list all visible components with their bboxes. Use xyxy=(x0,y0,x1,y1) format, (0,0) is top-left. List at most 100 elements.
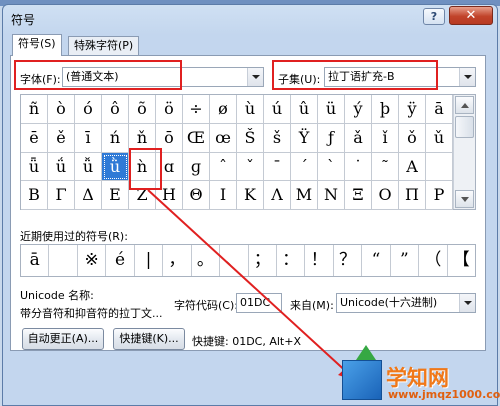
symbol-cell[interactable]: ɑ xyxy=(156,152,183,182)
symbol-cell[interactable]: ó xyxy=(75,95,102,124)
symbol-cell[interactable]: ÷ xyxy=(183,95,210,124)
symbol-cell[interactable]: Ÿ xyxy=(291,123,318,153)
recent-symbol-cell[interactable]: é xyxy=(106,245,135,276)
shortcut-key-button[interactable]: 快捷键(K)... xyxy=(113,328,185,350)
recent-symbol-cell[interactable]: | xyxy=(135,245,164,276)
symbol-cell[interactable]: Λ xyxy=(264,181,291,210)
symbol-cell[interactable]: ƒ xyxy=(318,123,345,153)
autocorrect-button[interactable]: 自动更正(A)... xyxy=(22,328,104,350)
font-select[interactable]: (普通文本) xyxy=(62,67,264,87)
recent-symbol-cell[interactable]: “ xyxy=(362,245,391,276)
subset-select[interactable]: 拉丁语扩充-B xyxy=(324,67,476,87)
symbol-cell[interactable]: ò xyxy=(48,95,75,124)
symbol-cell[interactable]: Κ xyxy=(237,181,264,210)
symbol-cell[interactable]: ǜ xyxy=(102,152,129,182)
symbol-cell[interactable]: Ρ xyxy=(426,181,453,210)
tab-special-characters[interactable]: 特殊字符(P) xyxy=(68,36,140,56)
symbol-cell[interactable]: Ο xyxy=(372,181,399,210)
symbol-cell[interactable]: ˊ xyxy=(291,152,318,182)
recent-symbol-cell[interactable]: ā xyxy=(21,245,50,276)
symbol-cell[interactable]: ǔ xyxy=(426,123,453,153)
symbol-cell[interactable]: ý xyxy=(345,95,372,124)
unicode-name-value: 带分音符和抑音符的拉丁文... xyxy=(20,307,163,320)
close-button[interactable]: ✕ xyxy=(449,6,493,25)
from-select-value: Unicode(十六进制) xyxy=(340,296,438,309)
symbol-cell[interactable]: Œ xyxy=(183,123,210,153)
symbol-cell[interactable]: ø xyxy=(210,95,237,124)
symbol-cell[interactable] xyxy=(426,152,453,182)
scroll-thumb[interactable] xyxy=(455,116,474,138)
recent-symbol-cell[interactable]: 【 xyxy=(448,245,475,276)
symbol-cell[interactable]: ô xyxy=(102,95,129,124)
symbol-cell[interactable]: Α xyxy=(399,152,426,182)
help-button[interactable]: ? xyxy=(423,8,445,25)
symbol-cell[interactable]: ú xyxy=(264,95,291,124)
symbol-cell[interactable]: ǖ xyxy=(21,152,48,182)
symbol-cell[interactable]: ˋ xyxy=(318,152,345,182)
recent-symbol-cell[interactable]: ； xyxy=(249,245,277,276)
symbol-cell[interactable]: ň xyxy=(129,123,156,153)
symbol-cell[interactable]: Θ xyxy=(183,181,210,210)
symbol-cell[interactable]: ö xyxy=(156,95,183,124)
symbol-cell[interactable]: Γ xyxy=(48,181,75,210)
symbol-cell[interactable]: Ξ xyxy=(345,181,372,210)
symbol-cell[interactable]: Š xyxy=(237,123,264,153)
symbol-cell[interactable]: ō xyxy=(156,123,183,153)
recent-symbol-cell[interactable]: ， xyxy=(163,245,192,276)
symbol-cell[interactable]: Ε xyxy=(102,181,129,210)
symbol-cell[interactable]: Δ xyxy=(75,181,102,210)
symbol-cell[interactable]: ǎ xyxy=(345,123,372,153)
symbol-cell[interactable]: Ι xyxy=(210,181,237,210)
symbol-cell[interactable]: ī xyxy=(75,123,102,153)
symbol-cell[interactable]: ě xyxy=(48,123,75,153)
tab-symbols[interactable]: 符号(S) xyxy=(12,34,62,56)
recent-symbol-cell[interactable]: ” xyxy=(391,245,420,276)
symbol-cell[interactable]: ā xyxy=(426,95,453,124)
symbol-cell[interactable]: ǐ xyxy=(372,123,399,153)
symbol-cell[interactable]: ɡ xyxy=(183,152,210,182)
symbol-cell[interactable]: Ν xyxy=(318,181,345,210)
symbol-cell[interactable]: ˉ xyxy=(264,152,291,182)
symbol-cell[interactable]: Β xyxy=(21,181,48,210)
symbol-cell[interactable]: ˙ xyxy=(345,152,372,182)
symbol-cell[interactable]: û xyxy=(291,95,318,124)
symbol-cell[interactable]: ü xyxy=(318,95,345,124)
symbol-cell[interactable]: ń xyxy=(102,123,129,153)
symbol-cell[interactable]: ǚ xyxy=(75,152,102,182)
recent-symbol-cell[interactable] xyxy=(49,245,78,276)
chevron-down-icon[interactable] xyxy=(247,68,263,86)
symbol-cell[interactable]: ˇ xyxy=(237,152,264,182)
scroll-up-icon[interactable] xyxy=(455,96,474,114)
symbol-grid-scrollbar[interactable] xyxy=(453,95,475,209)
recent-symbol-cell[interactable]: ？ xyxy=(334,245,363,276)
scroll-down-icon[interactable] xyxy=(455,190,474,208)
symbol-cell[interactable]: Ζ xyxy=(129,181,156,210)
symbol-cell[interactable]: ˜ xyxy=(372,152,399,182)
symbol-cell[interactable]: ǘ xyxy=(48,152,75,182)
from-select[interactable]: Unicode(十六进制) xyxy=(336,293,476,313)
symbol-cell[interactable]: ÿ xyxy=(399,95,426,124)
recent-symbol-cell[interactable]: ： xyxy=(277,245,306,276)
symbol-cell[interactable]: õ xyxy=(129,95,156,124)
symbol-cell[interactable]: Π xyxy=(399,181,426,210)
symbol-cell[interactable]: œ xyxy=(210,123,237,153)
recent-symbol-cell[interactable]: 。 xyxy=(192,245,221,276)
symbol-cell[interactable]: þ xyxy=(372,95,399,124)
close-icon: ✕ xyxy=(465,8,477,23)
symbol-cell[interactable]: ù xyxy=(237,95,264,124)
symbol-cell[interactable]: ñ xyxy=(21,95,48,124)
recent-symbol-cell[interactable]: 、 xyxy=(220,245,249,276)
character-code-input[interactable]: 01DC xyxy=(236,293,282,313)
symbol-cell[interactable]: Η xyxy=(156,181,183,210)
symbol-cell[interactable]: ǹ xyxy=(129,152,156,182)
recent-symbol-cell[interactable]: ！ xyxy=(305,245,334,276)
recent-symbol-cell[interactable]: （ xyxy=(419,245,448,276)
symbol-cell[interactable]: ˆ xyxy=(210,152,237,182)
symbol-cell[interactable]: š xyxy=(264,123,291,153)
symbol-cell[interactable]: ǒ xyxy=(399,123,426,153)
symbol-cell[interactable]: ē xyxy=(21,123,48,153)
chevron-down-icon[interactable] xyxy=(459,294,475,312)
chevron-down-icon[interactable] xyxy=(459,68,475,86)
symbol-cell[interactable]: Μ xyxy=(291,181,318,210)
recent-symbol-cell[interactable]: ※ xyxy=(78,245,107,276)
